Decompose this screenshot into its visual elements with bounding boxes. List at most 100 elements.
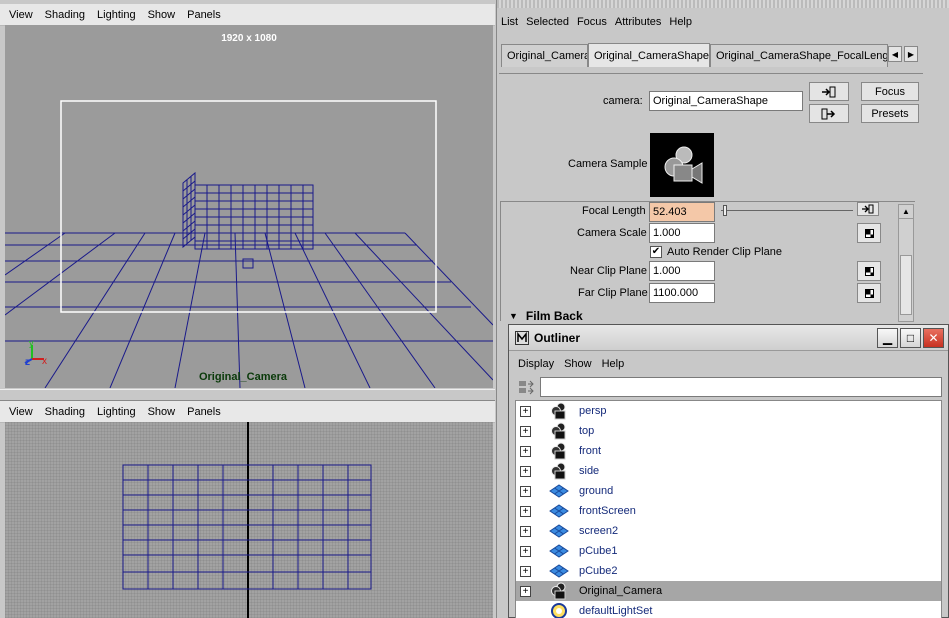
outliner-menu-help[interactable]: Help xyxy=(602,358,625,370)
near-clip-field[interactable]: 1.000 xyxy=(649,261,715,281)
viewport-top-menu-view[interactable]: View xyxy=(9,9,33,21)
ground-grid xyxy=(5,171,493,388)
camera-scale-field[interactable]: 1.000 xyxy=(649,223,715,243)
outliner-item-label: ground xyxy=(579,485,614,497)
outliner-item-frontscreen[interactable]: + frontScreen xyxy=(516,501,941,521)
ae-menu-focus[interactable]: Focus xyxy=(577,16,607,28)
viewport-top-menu-shading[interactable]: Shading xyxy=(45,9,85,21)
expand-icon[interactable]: + xyxy=(520,565,531,577)
screen-mesh-front xyxy=(194,184,314,250)
focal-length-slider-thumb[interactable] xyxy=(723,205,727,216)
expand-icon[interactable]: + xyxy=(520,425,531,437)
mesh-icon xyxy=(548,522,570,540)
outliner-menu-show[interactable]: Show xyxy=(564,358,592,370)
outliner-item-label: top xyxy=(579,425,595,437)
tab-scroll-left-icon[interactable]: ◀ xyxy=(888,46,902,62)
film-back-section-header[interactable]: ▼ Film Back xyxy=(501,306,915,321)
light-set-icon xyxy=(548,602,570,618)
axis-label-z: z xyxy=(25,357,30,368)
attribute-editor-menubar: List Selected Focus Attributes Help xyxy=(497,12,925,32)
resolution-label: 1920 x 1080 xyxy=(221,33,277,44)
mesh-icon xyxy=(548,562,570,580)
close-button[interactable]: ✕ xyxy=(923,328,944,348)
viewport-bottom-menu-shading[interactable]: Shading xyxy=(45,406,85,418)
expand-icon[interactable]: + xyxy=(520,545,531,557)
attribute-scrollbar[interactable]: ▲ xyxy=(898,204,914,322)
expand-icon[interactable]: + xyxy=(520,485,531,497)
perspective-viewport[interactable]: y z x 1920 x 1080 Original_Camera xyxy=(5,25,493,388)
perspective-scene: y z x xyxy=(5,100,493,388)
far-clip-field[interactable]: 1100.000 xyxy=(649,283,715,303)
resolution-gate xyxy=(60,100,437,313)
viewport-bottom-menu-panels[interactable]: Panels xyxy=(187,406,221,418)
input-connections-button[interactable] xyxy=(809,82,849,101)
tab-original-camera[interactable]: Original_Camera xyxy=(501,44,588,67)
viewport-top-menubar: View Shading Lighting Show Panels xyxy=(0,4,495,26)
front-viewport[interactable] xyxy=(5,422,493,618)
film-back-section-label: Film Back xyxy=(525,309,583,321)
outliner-item-side[interactable]: + side xyxy=(516,461,941,481)
viewport-bottom-menu-lighting[interactable]: Lighting xyxy=(97,406,136,418)
cube-mesh xyxy=(242,258,254,269)
camera-scale-label: Camera Scale xyxy=(577,227,647,239)
expand-icon[interactable]: + xyxy=(520,525,531,537)
filter-options-icon[interactable] xyxy=(517,377,539,397)
tab-original-camera-shape[interactable]: Original_CameraShape xyxy=(588,43,710,67)
outliner-filter-field[interactable] xyxy=(540,377,942,397)
near-clip-label: Near Clip Plane xyxy=(570,265,648,277)
camera-attributes: Focal Length 52.403 Camera Scale 1.000 ✔… xyxy=(500,201,915,321)
outliner-item-screen2[interactable]: + screen2 xyxy=(516,521,941,541)
outliner-item-top[interactable]: + top xyxy=(516,421,941,441)
input-arrow-icon xyxy=(862,204,874,214)
outliner-item-front[interactable]: + front xyxy=(516,441,941,461)
camera-scale-map-button[interactable] xyxy=(857,223,881,243)
scrollbar-thumb[interactable] xyxy=(900,255,912,315)
focal-length-slider[interactable] xyxy=(721,205,853,217)
far-clip-map-button[interactable] xyxy=(857,283,881,303)
viewport-bottom-menu-view[interactable]: View xyxy=(9,406,33,418)
outliner-item-label: Original_Camera xyxy=(579,585,663,597)
minimize-button[interactable]: ▁ xyxy=(877,328,898,348)
maximize-button[interactable]: □ xyxy=(900,328,921,348)
tab-scroll-right-icon[interactable]: ▶ xyxy=(904,46,918,62)
camera-icon xyxy=(548,582,570,600)
panel-drag-handle[interactable] xyxy=(497,0,949,8)
scroll-up-icon[interactable]: ▲ xyxy=(899,205,913,219)
outliner-item-persp[interactable]: + persp xyxy=(516,401,941,421)
output-connections-button[interactable] xyxy=(809,104,849,123)
mesh-icon xyxy=(548,482,570,500)
viewport-top-menu-panels[interactable]: Panels xyxy=(187,9,221,21)
ae-menu-selected[interactable]: Selected xyxy=(526,16,569,28)
outliner-item-original-camera[interactable]: + Original_Camera xyxy=(516,581,941,601)
outliner-item-default-light-set[interactable]: defaultLightSet xyxy=(516,601,941,618)
outliner-item-label: persp xyxy=(579,405,607,417)
ae-menu-attributes[interactable]: Attributes xyxy=(615,16,661,28)
ae-menu-list[interactable]: List xyxy=(501,16,518,28)
auto-render-clip-checkbox[interactable]: ✔ xyxy=(650,246,662,258)
outliner-menu-display[interactable]: Display xyxy=(518,358,554,370)
focus-button[interactable]: Focus xyxy=(861,82,919,101)
viewport-top-menu-lighting[interactable]: Lighting xyxy=(97,9,136,21)
tab-focal-length[interactable]: Original_CameraShape_FocalLength xyxy=(710,44,888,67)
expand-icon[interactable]: + xyxy=(520,465,531,477)
outliner-item-pcube1[interactable]: + pCube1 xyxy=(516,541,941,561)
expand-icon[interactable]: + xyxy=(520,505,531,517)
viewport-bottom-menu-show[interactable]: Show xyxy=(148,406,176,418)
expand-icon[interactable]: + xyxy=(520,445,531,457)
near-clip-map-button[interactable] xyxy=(857,261,881,281)
outliner-item-pcube2[interactable]: + pCube2 xyxy=(516,561,941,581)
ae-menu-help[interactable]: Help xyxy=(669,16,692,28)
viewport-splitter[interactable] xyxy=(0,389,495,401)
camera-sample-label: Camera Sample xyxy=(568,158,648,170)
focal-length-map-button[interactable] xyxy=(857,202,879,216)
expand-icon[interactable]: + xyxy=(520,405,531,417)
viewport-bottom-menubar: View Shading Lighting Show Panels xyxy=(0,401,495,423)
presets-button[interactable]: Presets xyxy=(861,104,919,123)
outliner-item-ground[interactable]: + ground xyxy=(516,481,941,501)
expand-icon[interactable]: + xyxy=(520,585,531,597)
node-name-field[interactable]: Original_CameraShape xyxy=(649,91,803,111)
viewport-top-menu-show[interactable]: Show xyxy=(148,9,176,21)
focal-length-field[interactable]: 52.403 xyxy=(649,202,715,222)
checker-map-icon xyxy=(864,288,874,298)
outliner-window: Outliner ▁ □ ✕ Display Show Help + persp… xyxy=(508,324,949,618)
